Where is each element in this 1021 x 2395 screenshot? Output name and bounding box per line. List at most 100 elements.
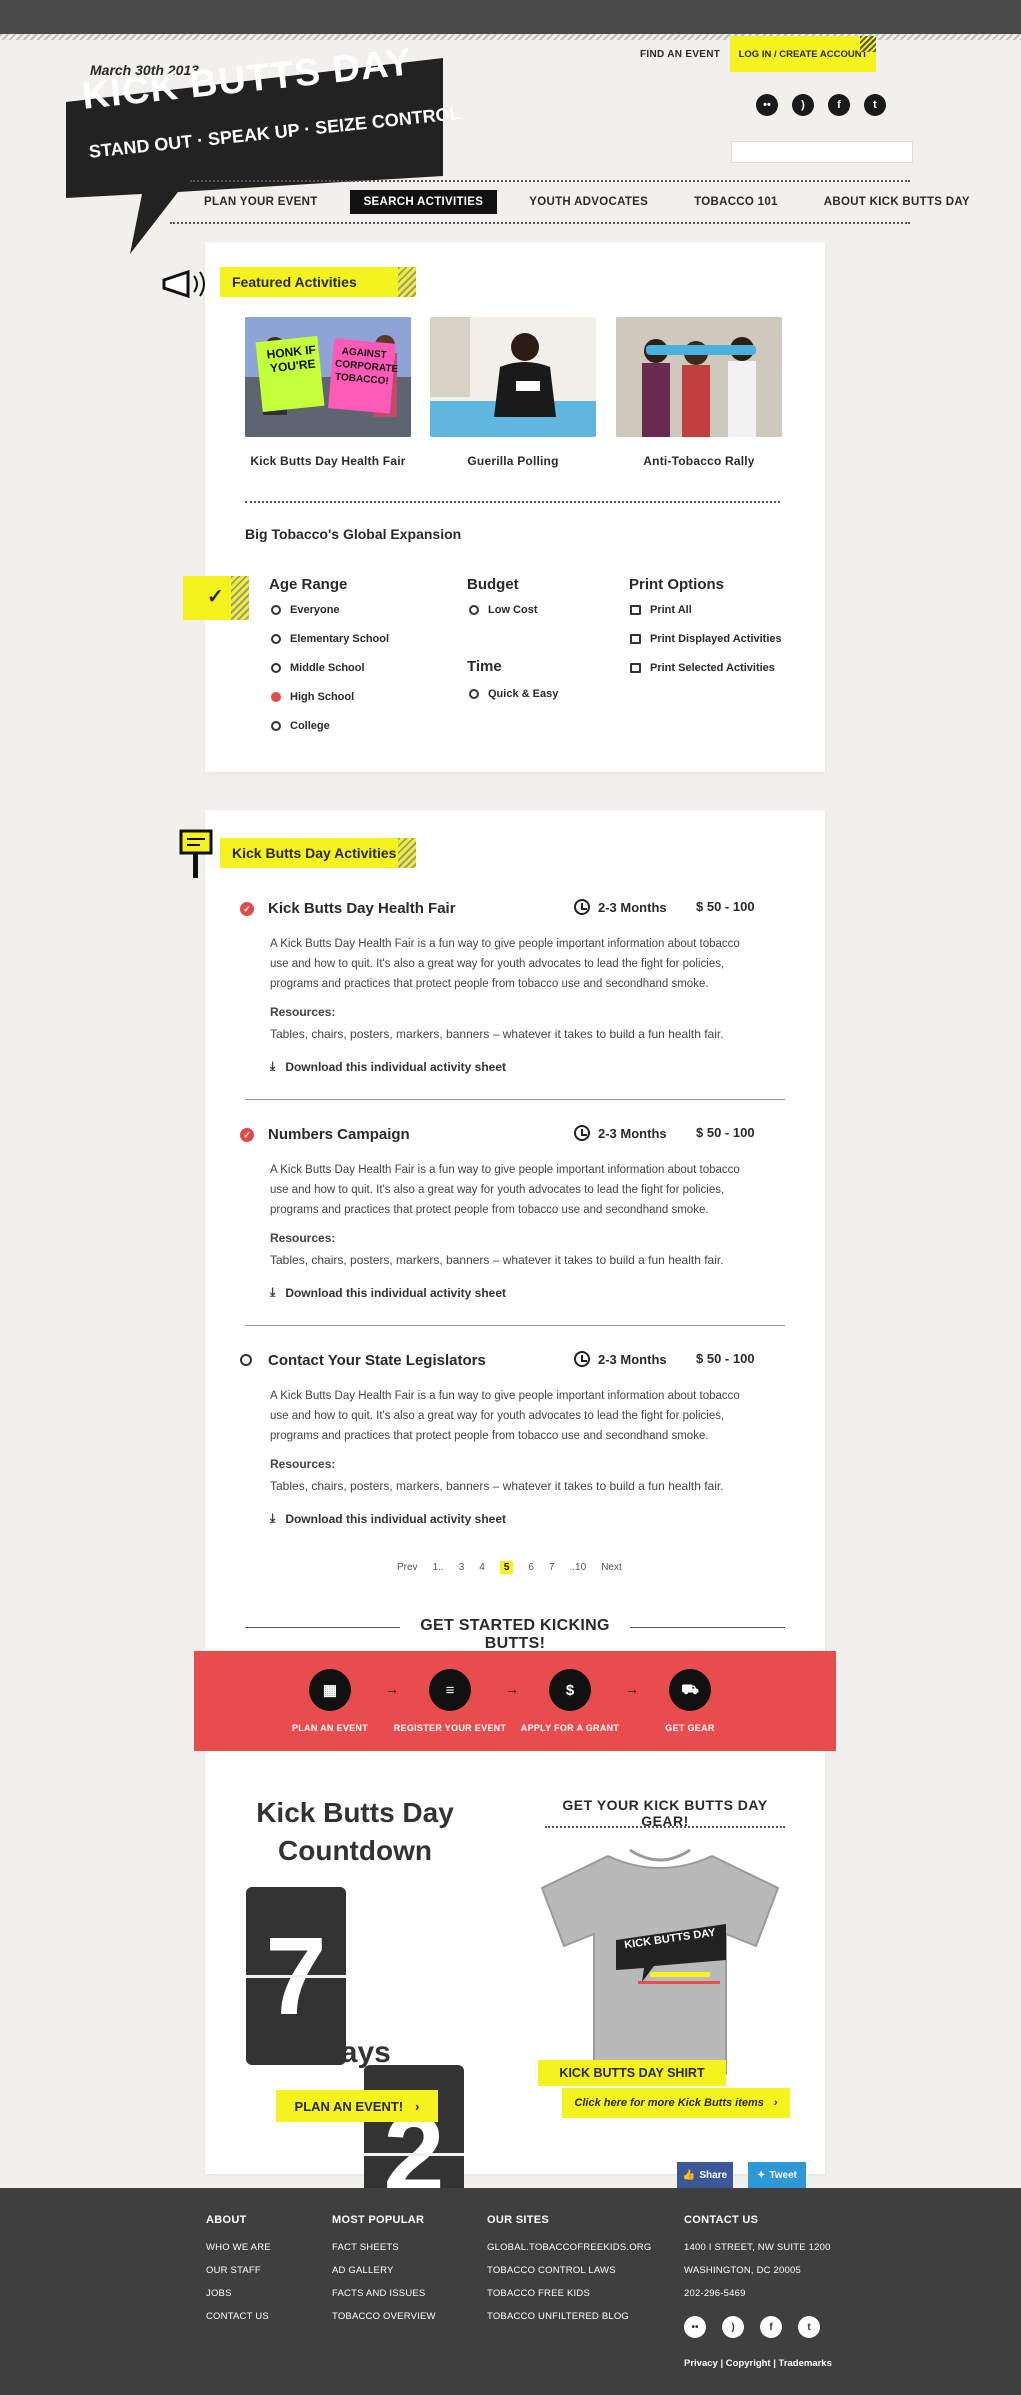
footer-popular: MOST POPULAR FACT SHEETS AD GALLERY FACT… — [332, 2214, 436, 2328]
flickr-icon[interactable]: •• — [684, 2316, 706, 2338]
featured-caption-1[interactable]: Kick Butts Day Health Fair — [245, 454, 411, 468]
pagination-current[interactable]: 5 — [499, 1561, 514, 1574]
footer-link[interactable]: TOBACCO CONTROL LAWS — [487, 2259, 651, 2282]
step-register-event[interactable]: ≡ REGISTER YOUR EVENT — [390, 1669, 510, 1733]
age-option-college[interactable]: College — [271, 720, 389, 732]
footer-link[interactable]: FACTS AND ISSUES — [332, 2282, 436, 2305]
get-started-steps: ▦ PLAN AN EVENT → ≡ REGISTER YOUR EVENT → … — [270, 1669, 750, 1733]
age-option-middle[interactable]: Middle School — [271, 662, 389, 674]
download-link-1[interactable]: ⤓ Download this individual activity sheet — [270, 1059, 506, 1074]
login-button[interactable]: LOG IN / CREATE ACCOUNT — [730, 36, 876, 72]
footer-link[interactable]: JOBS — [206, 2282, 271, 2305]
footer-link[interactable]: GLOBAL.TOBACCOFREEKIDS.ORG — [487, 2236, 651, 2259]
more-gear-link[interactable]: Click here for more Kick Butts items › — [562, 2088, 790, 2118]
time-option-quick[interactable]: Quick & Easy — [469, 688, 558, 700]
pagination-page[interactable]: 7 — [549, 1562, 555, 1573]
activity-title-3[interactable]: Contact Your State Legislators — [268, 1352, 486, 1369]
footer-phone: 202-296-5469 — [684, 2288, 746, 2299]
nav-plan-your-event[interactable]: PLAN YOUR EVENT — [190, 190, 332, 214]
activity-cost-2: $ 50 - 100 — [696, 1125, 755, 1140]
nav-tobacco-101[interactable]: TOBACCO 101 — [680, 190, 792, 214]
activity-title-2[interactable]: Numbers Campaign — [268, 1126, 410, 1143]
footer-legal[interactable]: Privacy | Copyright | Trademarks — [684, 2358, 832, 2369]
download-link-3[interactable]: ⤓ Download this individual activity sheet — [270, 1511, 506, 1526]
print-displayed[interactable]: Print Displayed Activities — [630, 633, 782, 645]
tweet-label: Tweet — [769, 2169, 797, 2181]
pagination-next[interactable]: Next — [601, 1562, 622, 1573]
time-title: Time — [467, 658, 502, 675]
search-input[interactable] — [731, 141, 913, 163]
featured-caption-2[interactable]: Guerilla Polling — [430, 454, 596, 468]
twitter-icon[interactable]: t — [798, 2316, 820, 2338]
footer-link[interactable]: FACT SHEETS — [332, 2236, 436, 2259]
print-option-label: Print All — [650, 604, 692, 616]
selected-check-icon[interactable]: ✓ — [240, 902, 254, 916]
activity-cost-1: $ 50 - 100 — [696, 899, 755, 914]
featured-photo-anti-tobacco-rally[interactable] — [616, 317, 782, 437]
print-selected[interactable]: Print Selected Activities — [630, 662, 782, 674]
activity-title-1[interactable]: Kick Butts Day Health Fair — [268, 900, 456, 917]
age-option-elementary[interactable]: Elementary School — [271, 633, 389, 645]
selected-check-icon[interactable]: ✓ — [240, 1128, 254, 1142]
pagination-page[interactable]: 6 — [528, 1562, 534, 1573]
logo[interactable]: KICK BUTTS DAY STAND OUT · SPEAK UP · SE… — [58, 41, 461, 258]
step-apply-grant[interactable]: $ APPLY FOR A GRANT — [510, 1669, 630, 1733]
print-all[interactable]: Print All — [630, 604, 782, 616]
pagination-page[interactable]: 4 — [479, 1562, 485, 1573]
footer-link[interactable]: TOBACCO UNFILTERED BLOG — [487, 2305, 651, 2328]
tweet-button[interactable]: ✦ Tweet — [748, 2162, 806, 2188]
twitter-icon[interactable]: t — [864, 94, 886, 116]
footer-link[interactable]: TOBACCO FREE KIDS — [487, 2282, 651, 2305]
age-option-label: High School — [290, 691, 355, 703]
footer-link[interactable]: OUR STAFF — [206, 2259, 271, 2282]
find-event-link[interactable]: FIND AN EVENT — [640, 49, 720, 60]
clock-icon — [574, 1351, 590, 1367]
featured-divider — [245, 501, 780, 503]
sign-post-icon — [178, 828, 214, 880]
age-option-high-school[interactable]: High School — [271, 691, 389, 703]
tshirt-image[interactable]: KICK BUTTS DAY — [530, 1836, 790, 2086]
time-option-label: Quick & Easy — [488, 688, 559, 700]
nav-youth-advocates[interactable]: YOUTH ADVOCATES — [515, 190, 662, 214]
download-text: Download this individual activity sheet — [285, 1059, 507, 1074]
pagination-page[interactable]: 1.. — [433, 1562, 444, 1573]
facebook-icon[interactable]: f — [760, 2316, 782, 2338]
featured-photo-guerilla-polling[interactable] — [430, 317, 596, 437]
step-get-gear[interactable]: ⛟ GET GEAR — [630, 1669, 750, 1733]
step-label: REGISTER YOUR EVENT — [393, 1723, 507, 1733]
rss-icon[interactable]: ) — [792, 94, 814, 116]
footer-link[interactable]: WHO WE ARE — [206, 2236, 271, 2259]
age-range-title: Age Range — [269, 576, 348, 593]
download-link-2[interactable]: ⤓ Download this individual activity sheet — [270, 1285, 506, 1300]
age-option-everyone[interactable]: Everyone — [271, 604, 389, 616]
pagination-page[interactable]: 3 — [459, 1562, 465, 1573]
plan-event-button[interactable]: PLAN AN EVENT! › — [276, 2090, 438, 2122]
social-links: •• ) f t — [756, 94, 886, 116]
footer-link[interactable]: CONTACT US — [206, 2305, 271, 2328]
featured-photo-health-fair[interactable]: HONK IF YOU'RE AGAINST CORPORATE TOBACCO… — [245, 317, 411, 437]
nav-search-activities[interactable]: SEARCH ACTIVITIES — [349, 190, 498, 214]
shirt-label[interactable]: KICK BUTTS DAY SHIRT — [538, 2060, 726, 2086]
footer-link[interactable]: TOBACCO OVERVIEW — [332, 2305, 436, 2328]
activity-duration-1: 2-3 Months — [574, 899, 667, 915]
featured-caption-3[interactable]: Anti-Tobacco Rally — [616, 454, 782, 468]
desc-line: use and how to quit. It's also a great w… — [270, 1410, 725, 1422]
get-started-title: GET STARTED KICKING BUTTS! — [420, 1617, 610, 1652]
flickr-icon[interactable]: •• — [756, 94, 778, 116]
desc-line: programs and practices that protect peop… — [270, 1204, 709, 1216]
more-gear-link-text: Click here for more Kick Butts items — [574, 2097, 764, 2109]
footer-link[interactable]: AD GALLERY — [332, 2259, 436, 2282]
step-label: APPLY FOR A GRANT — [520, 1723, 620, 1733]
facebook-share-button[interactable]: 👍 Share — [677, 2162, 733, 2188]
nav-about[interactable]: ABOUT KICK BUTTS DAY — [810, 190, 984, 214]
sign-right-text: AGAINST CORPORATE TOBACCO! — [334, 346, 399, 388]
pagination-prev[interactable]: Prev — [397, 1562, 418, 1573]
pagination-page[interactable]: ..10 — [570, 1562, 587, 1573]
featured-section-title: Big Tobacco's Global Expansion — [245, 526, 462, 542]
budget-option-low-cost[interactable]: Low Cost — [469, 604, 538, 616]
resources-label-3: Resources: — [270, 1457, 336, 1471]
rss-icon[interactable]: ) — [722, 2316, 744, 2338]
facebook-icon[interactable]: f — [828, 94, 850, 116]
unselected-circle-icon[interactable] — [240, 1354, 252, 1366]
step-plan-event[interactable]: ▦ PLAN AN EVENT — [270, 1669, 390, 1733]
